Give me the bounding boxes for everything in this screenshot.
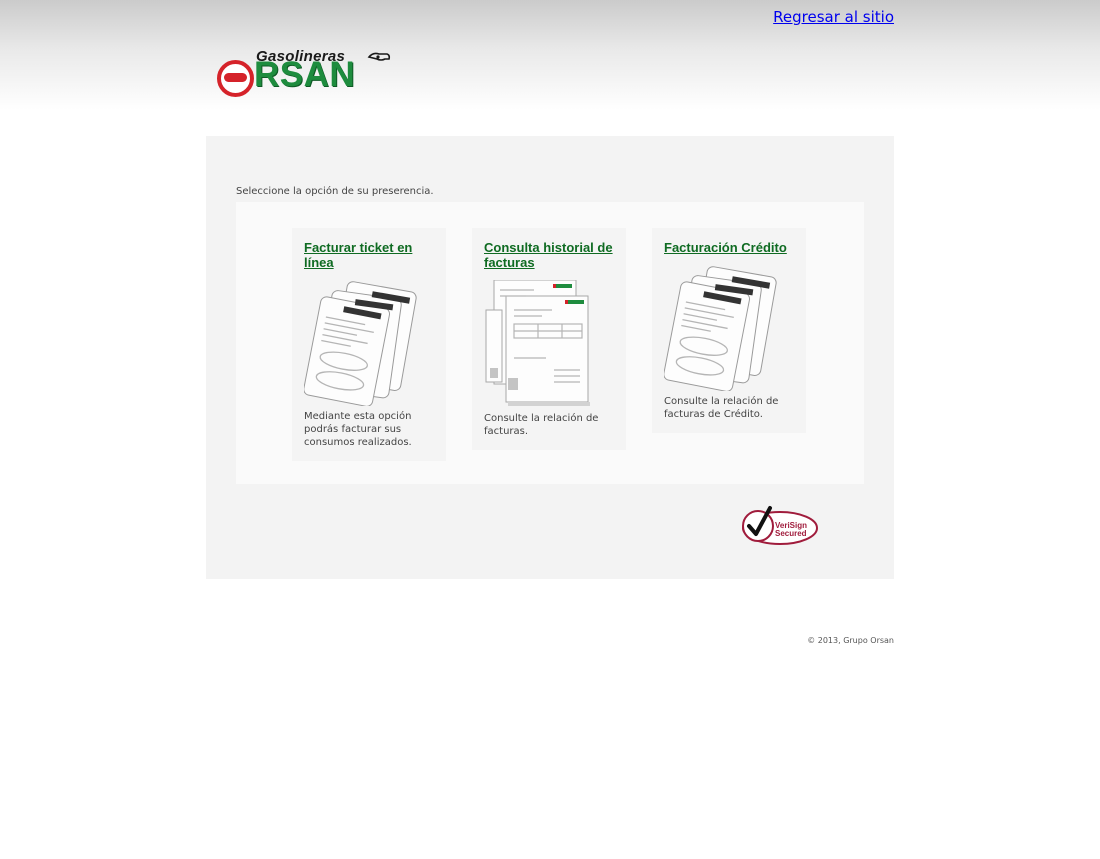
orsan-logo[interactable]: Gasolineras RSAN	[216, 48, 396, 98]
secured-text: Secured	[775, 529, 807, 538]
consulta-historial-link[interactable]: Consulta historial de facturas	[472, 228, 626, 270]
facturar-ticket-link[interactable]: Facturar ticket en línea	[292, 228, 446, 270]
copyright-text: © 2013, Grupo Orsan	[807, 636, 894, 645]
card-facturacion-credito: Facturación Crédito Consulte la relación…	[652, 228, 806, 433]
facturar-ticket-description: Mediante esta opción podrás facturar sus…	[304, 411, 412, 448]
consulta-historial-description: Consulte la relación de facturas.	[484, 413, 599, 437]
facturacion-credito-link[interactable]: Facturación Crédito	[652, 228, 806, 255]
logo-main-text: RSAN	[254, 55, 356, 94]
card-facturar-ticket: Facturar ticket en línea Mediante esta o…	[292, 228, 446, 461]
tickets-image[interactable]	[664, 265, 782, 391]
instruction-text: Seleccione la opción de su preserencia.	[236, 186, 434, 197]
fuel-pump-icon	[367, 52, 391, 61]
back-to-site-link[interactable]: Regresar al sitio	[773, 8, 894, 26]
card-consulta-historial: Consulta historial de facturas Consulte …	[472, 228, 626, 450]
header-background	[0, 0, 1100, 110]
main-panel: Seleccione la opción de su preserencia. …	[206, 136, 894, 579]
facturacion-credito-description: Consulte la relación de facturas de Créd…	[664, 396, 779, 420]
options-container: Facturar ticket en línea Mediante esta o…	[236, 202, 864, 484]
logo-o-mark	[217, 60, 254, 97]
tickets-image[interactable]	[304, 280, 422, 406]
invoices-image[interactable]	[484, 280, 606, 408]
verisign-secured-badge[interactable]: VeriSign Secured	[740, 504, 822, 550]
